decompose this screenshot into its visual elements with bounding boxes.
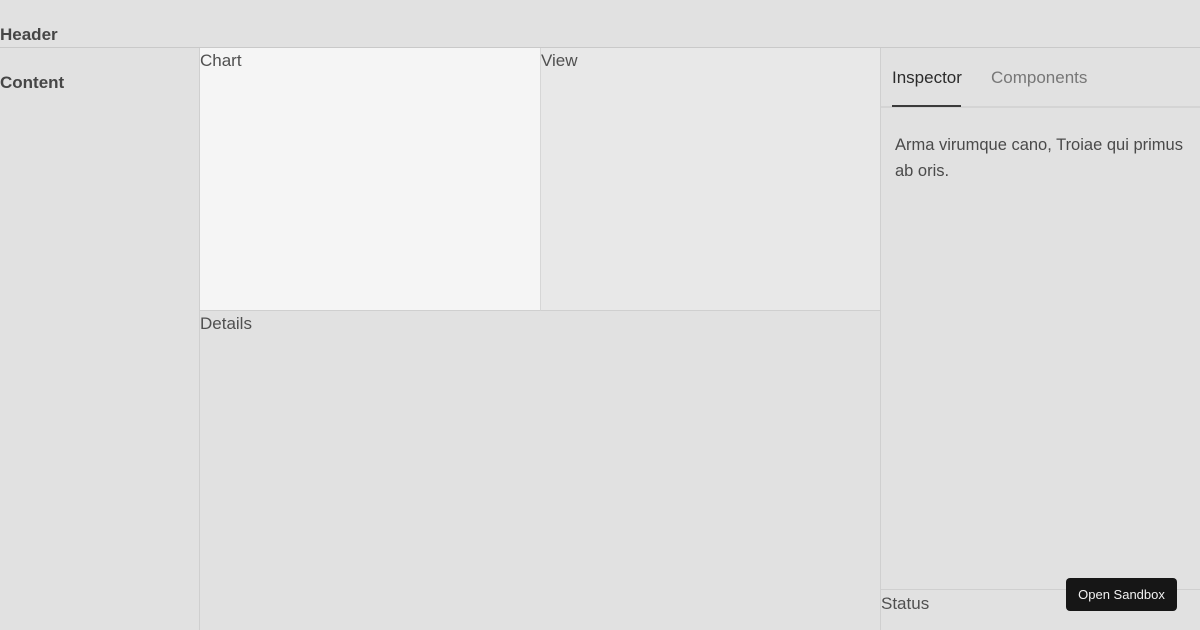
open-sandbox-button[interactable]: Open Sandbox (1066, 578, 1177, 611)
tab-components[interactable]: Components (991, 68, 1087, 88)
inspector-tabs: Inspector Components (881, 48, 1200, 108)
header-label: Header (0, 25, 58, 44)
details-panel-label: Details (200, 314, 252, 333)
status-label: Status (881, 594, 930, 613)
app-root: Header Content Chart View Details Inspec… (0, 0, 1200, 630)
content-sidebar: Content (0, 48, 200, 630)
view-panel: View (541, 48, 881, 311)
inspector-panel: Inspector Components Arma virumque cano,… (880, 48, 1200, 630)
active-tab-indicator (892, 105, 961, 107)
tab-inspector[interactable]: Inspector (892, 68, 962, 88)
inspector-body-text: Arma virumque cano, Troiae qui primus ab… (895, 136, 1183, 180)
chart-panel: Chart (200, 48, 541, 311)
chart-panel-label: Chart (200, 51, 242, 70)
view-panel-label: View (541, 51, 578, 70)
details-panel: Details (200, 311, 881, 630)
content-label: Content (0, 73, 65, 92)
header-region: Header (0, 0, 1200, 48)
